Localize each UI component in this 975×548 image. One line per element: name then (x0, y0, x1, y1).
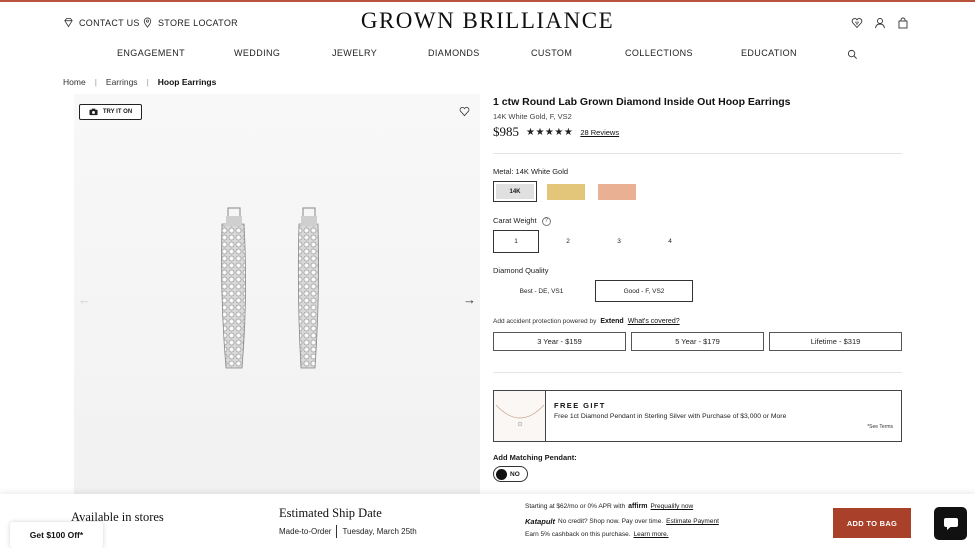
toggle-knob (496, 468, 507, 480)
header-icons (851, 17, 909, 29)
nav-jewelry[interactable]: JEWELRY (332, 48, 377, 58)
divider (493, 372, 902, 373)
next-image-arrow[interactable]: → (463, 292, 476, 307)
heart-icon (459, 106, 470, 117)
nav-wedding[interactable]: WEDDING (234, 48, 280, 58)
product-subtitle: 14K White Gold, F, VS2 (493, 112, 572, 121)
chat-icon (943, 517, 958, 530)
katapult-logo: Katapult (525, 517, 555, 526)
gift-pendant-image (494, 391, 546, 441)
carat-option-2[interactable]: 2 (545, 230, 591, 253)
brand-logo[interactable]: GROWN BRILLIANCE (0, 8, 975, 34)
bag-icon[interactable] (897, 17, 909, 29)
rating-stars: ★★★★★ (526, 126, 574, 138)
affirm-text: Starting at $62/mo or 0% APR with (525, 503, 626, 510)
try-it-on-button[interactable]: TRY IT ON (79, 104, 142, 120)
metal-label: Metal: 14K White Gold (493, 167, 568, 176)
reviews-link[interactable]: 28 Reviews (580, 128, 619, 137)
earring-right-image (297, 207, 319, 369)
affirm-logo: affirm (628, 503, 648, 510)
matching-pendant-label: Add Matching Pendant: (493, 453, 577, 462)
estimate-payment-link[interactable]: Estimate Payment (666, 518, 719, 525)
nav-diamonds[interactable]: DIAMONDS (428, 48, 480, 58)
carat-label-text: Carat Weight (493, 216, 537, 225)
protection-plan-3-year[interactable]: 3 Year - $159 (493, 332, 626, 351)
price-row: $985 ★★★★★ 28 Reviews (493, 124, 903, 140)
ship-date: Tuesday, March 25th (342, 527, 417, 536)
whats-covered-link[interactable]: What's covered? (628, 318, 680, 325)
metal-label-prefix: Metal: (493, 167, 514, 176)
toggle-label: NO (510, 470, 520, 478)
carat-option-1[interactable]: 1 (493, 230, 539, 253)
ship-mode: Made-to-Order (279, 527, 332, 536)
nav-collections[interactable]: COLLECTIONS (625, 48, 693, 58)
product-price: $985 (493, 124, 519, 139)
learn-more-link[interactable]: Learn more. (634, 531, 669, 538)
carat-option-4[interactable]: 4 (647, 230, 693, 253)
protection-row: Add accident protection powered by Exten… (493, 318, 680, 325)
protection-plan-lifetime[interactable]: Lifetime - $319 (769, 332, 902, 351)
quality-option-good[interactable]: Good - F, VS2 (595, 280, 693, 302)
help-icon[interactable]: ? (541, 216, 551, 226)
top-accent-line (0, 0, 975, 2)
breadcrumb-home[interactable]: Home (63, 77, 86, 87)
user-icon[interactable] (874, 17, 886, 29)
extend-logo: Extend (600, 318, 624, 325)
product-title: 1 ctw Round Lab Grown Diamond Inside Out… (493, 96, 791, 108)
metal-option-white-gold[interactable]: 14K (493, 181, 537, 202)
camera-icon (89, 108, 98, 116)
nav-engagement[interactable]: ENGAGEMENT (117, 48, 185, 58)
ship-date-title: Estimated Ship Date (279, 506, 382, 520)
nav-custom[interactable]: CUSTOM (531, 48, 572, 58)
metal-option-rose-gold[interactable] (598, 184, 636, 200)
product-info: 1 ctw Round Lab Grown Diamond Inside Out… (493, 94, 903, 140)
add-to-bag-button[interactable]: ADD TO BAG (833, 508, 911, 538)
search-icon (847, 49, 857, 59)
free-gift-banner[interactable]: FREE GIFT Free 1ct Diamond Pendant in St… (493, 390, 902, 442)
try-it-on-label: TRY IT ON (102, 109, 133, 115)
breadcrumb-earrings[interactable]: Earrings (106, 77, 138, 87)
heart-gem-icon[interactable] (851, 17, 863, 29)
metal-option-yellow-gold[interactable] (547, 184, 585, 200)
katapult-text: No credit? Shop now. Pay over time. (558, 518, 664, 525)
breadcrumb-separator: | (146, 77, 149, 87)
affirm-row: Starting at $62/mo or 0% APR with affirm… (525, 503, 693, 510)
prequalify-link[interactable]: Prequalify now (651, 503, 694, 510)
cashback-row: Earn 5% cashback on this purchase. Learn… (525, 531, 669, 538)
gift-title: FREE GIFT (554, 401, 606, 410)
metal-option-label: 14K (496, 184, 534, 199)
separator (336, 525, 338, 538)
gift-terms-link[interactable]: *See Terms (867, 424, 893, 430)
quality-label: Diamond Quality (493, 266, 549, 275)
carat-option-3[interactable]: 3 (596, 230, 642, 253)
breadcrumb: Home | Earrings | Hoop Earrings (63, 77, 216, 87)
nav-education[interactable]: EDUCATION (741, 48, 797, 58)
quality-option-best[interactable]: Best - DE, VS1 (493, 280, 590, 302)
wishlist-button[interactable] (459, 104, 470, 122)
breadcrumb-current: Hoop Earrings (157, 77, 217, 87)
earring-left-image (221, 207, 246, 369)
protection-plan-5-year[interactable]: 5 Year - $179 (631, 332, 764, 351)
carat-label: Carat Weight? (493, 216, 551, 226)
metal-label-value: 14K White Gold (515, 167, 569, 176)
katapult-row: Katapult No credit? Shop now. Pay over t… (525, 517, 719, 526)
chat-button[interactable] (934, 507, 967, 540)
cashback-text: Earn 5% cashback on this purchase. (525, 531, 631, 538)
sticky-purchase-bar: Available in stores Estimated Ship Date … (0, 494, 975, 548)
promo-get-100-off[interactable]: Get $100 Off* (10, 522, 103, 548)
product-gallery[interactable]: TRY IT ON ← → (74, 94, 480, 499)
search-button[interactable] (847, 47, 858, 65)
breadcrumb-separator: | (94, 77, 97, 87)
main-nav: ENGAGEMENT WEDDING JEWELRY DIAMONDS CUST… (0, 48, 975, 60)
gift-description: Free 1ct Diamond Pendant in Sterling Sil… (554, 413, 787, 420)
ship-date-details: Made-to-Order Tuesday, March 25th (279, 525, 417, 538)
matching-pendant-toggle[interactable]: NO (493, 466, 528, 482)
pendant-necklace-icon (495, 404, 545, 427)
divider (493, 153, 902, 154)
prev-image-arrow[interactable]: ← (78, 292, 91, 307)
protection-text: Add accident protection powered by (493, 318, 597, 325)
